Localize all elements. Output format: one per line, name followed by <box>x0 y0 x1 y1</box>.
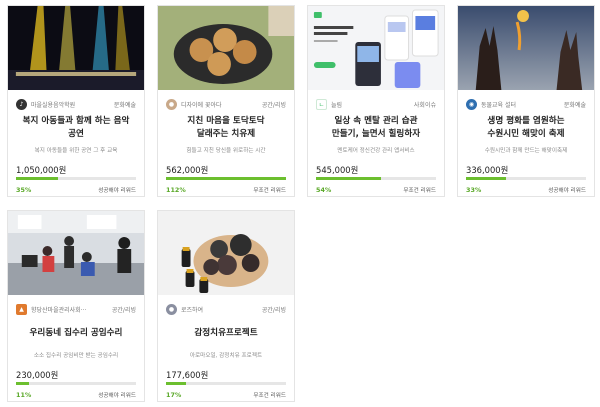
title-line-1: 복지 아동들과 함께 하는 음악 <box>22 116 130 126</box>
project-title[interactable]: 복지 아동들과 함께 하는 음악공연 <box>16 115 136 141</box>
title-line-1: 지친 마음을 토닥토닥 <box>187 116 265 126</box>
category-label: 공간/리빙 <box>261 306 286 314</box>
project-title[interactable]: 우리동네 집수리 공임수리 <box>16 320 136 346</box>
progress-bar <box>466 177 586 180</box>
project-card[interactable]: ♪ 마을실용음악학원 문화예술 복지 아동들과 함께 하는 음악공연 복지 아동… <box>7 5 145 197</box>
raised-amount: 545,000원 <box>316 165 359 175</box>
title-line-1: 생명 평화를 염원하는 <box>487 116 565 126</box>
progress-percent: 17% <box>166 391 182 399</box>
raised-amount: 1,050,000원 <box>16 165 67 175</box>
category-label: 사회이슈 <box>413 101 436 109</box>
title-line-2: 달래주는 치유제 <box>196 129 256 139</box>
org-name: 마을실용음악학원 <box>31 101 76 109</box>
project-subtitle: 수원시민과 함께 만드는 해맞이축제 <box>484 148 568 154</box>
org-avatar-icon: ● <box>166 303 177 315</box>
org-avatar-icon: ● <box>166 98 177 110</box>
category-label: 공간/리빙 <box>111 306 136 314</box>
project-card[interactable]: ◉ 동물교육 설터 문화예술 생명 평화를 염원하는수원시민 해맞이 축제 수원… <box>457 5 595 197</box>
reward-type: 무조건 리워드 <box>403 188 436 194</box>
project-thumbnail[interactable] <box>8 6 144 90</box>
project-thumbnail[interactable] <box>158 211 294 295</box>
title-line-1: 감정치유프로젝트 <box>194 327 258 338</box>
title-line-1: 일상 속 멘탈 관리 습관 <box>334 116 418 126</box>
project-title[interactable]: 일상 속 멘탈 관리 습관만들기, 늘면서 힐링하자 <box>316 115 436 141</box>
reward-type: 무조건 리워드 <box>253 393 286 399</box>
project-title[interactable]: 생명 평화를 염원하는수원시민 해맞이 축제 <box>466 115 586 141</box>
progress-percent: 35% <box>16 186 32 194</box>
title-line-2: 공연 <box>68 129 84 139</box>
progress-bar <box>16 177 136 180</box>
progress-fill <box>16 382 30 385</box>
progress-bar <box>166 177 286 180</box>
reward-type: 무조건 리워드 <box>253 188 286 194</box>
project-card[interactable]: ● 로즈하여 공간/리빙 감정치유프로젝트 아로마오일, 감정치유 프로젝트 1… <box>157 210 295 402</box>
card-meta: ♪ 마을실용음악학원 문화예술 <box>16 97 136 111</box>
progress-percent: 33% <box>466 186 482 194</box>
org-logo-icon: ▲ <box>16 303 27 315</box>
org-name: 로즈하여 <box>181 306 204 314</box>
project-thumbnail[interactable] <box>308 6 444 90</box>
org-name: 향당산마을관리사회··· <box>31 306 87 314</box>
progress-bar <box>316 177 436 180</box>
progress-fill <box>466 177 506 180</box>
progress-percent: 112% <box>166 186 186 194</box>
project-thumbnail[interactable] <box>158 6 294 90</box>
project-subtitle: 복지 아동들을 위한 공연 그 후 교육 <box>34 148 118 154</box>
reward-type: 성공해야 리워드 <box>98 393 136 399</box>
project-subtitle: 소소 집수리 공임비만 받는 공임수리 <box>33 353 119 359</box>
project-subtitle: 힘들고 지친 당신을 위로하는 시간 <box>186 148 266 154</box>
card-meta: ▲ 향당산마을관리사회··· 공간/리빙 <box>16 302 136 316</box>
card-meta: ● 로즈하여 공간/리빙 <box>166 302 286 316</box>
project-card[interactable]: ㄴ 늘림 사회이슈 일상 속 멘탈 관리 습관만들기, 늘면서 힐링하자 멘토케… <box>307 5 445 197</box>
reward-type: 성공해야 리워드 <box>98 188 136 194</box>
progress-bar <box>166 382 286 385</box>
progress-fill <box>316 177 381 180</box>
title-line-2: 수원시민 해맞이 축제 <box>487 129 565 139</box>
card-meta: ◉ 동물교육 설터 문화예술 <box>466 97 586 111</box>
title-line-1: 우리동네 집수리 공임수리 <box>29 327 123 338</box>
project-thumbnail[interactable] <box>458 6 594 90</box>
org-logo-icon: ◉ <box>466 98 477 110</box>
project-title[interactable]: 지친 마음을 토닥토닥달래주는 치유제 <box>166 115 286 141</box>
project-subtitle: 멘토케어 정신건강 관리 앱서비스 <box>337 148 415 154</box>
progress-percent: 54% <box>316 186 332 194</box>
progress-percent: 11% <box>16 391 32 399</box>
org-logo-icon: ㄴ <box>316 98 327 110</box>
raised-amount: 177,600원 <box>166 370 209 380</box>
project-thumbnail[interactable] <box>8 211 144 295</box>
card-meta: ● 디자이에 꽃아다 공간/리빙 <box>166 97 286 111</box>
project-title[interactable]: 감정치유프로젝트 <box>166 320 286 346</box>
reward-type: 성공해야 리워드 <box>548 188 586 194</box>
org-name: 디자이에 꽃아다 <box>181 101 222 109</box>
progress-bar <box>16 382 136 385</box>
raised-amount: 336,000원 <box>466 165 509 175</box>
progress-fill <box>166 177 286 180</box>
org-name: 늘림 <box>331 101 343 109</box>
org-name: 동물교육 설터 <box>481 101 517 109</box>
card-meta: ㄴ 늘림 사회이슈 <box>316 97 436 111</box>
project-card[interactable]: ● 디자이에 꽃아다 공간/리빙 지친 마음을 토닥토닥달래주는 치유제 힘들고… <box>157 5 295 197</box>
title-line-2: 만들기, 늘면서 힐링하자 <box>331 129 421 139</box>
project-subtitle: 아로마오일, 감정치유 프로젝트 <box>189 353 263 359</box>
project-grid: ♪ 마을실용음악학원 문화예술 복지 아동들과 함께 하는 음악공연 복지 아동… <box>0 0 600 407</box>
progress-fill <box>16 177 58 180</box>
progress-fill <box>166 382 187 385</box>
raised-amount: 230,000원 <box>16 370 59 380</box>
category-label: 공간/리빙 <box>261 101 286 109</box>
raised-amount: 562,000원 <box>166 165 209 175</box>
org-logo-icon: ♪ <box>16 98 27 110</box>
category-label: 문화예술 <box>113 101 136 109</box>
project-card[interactable]: ▲ 향당산마을관리사회··· 공간/리빙 우리동네 집수리 공임수리 소소 집수… <box>7 210 145 402</box>
category-label: 문화예술 <box>563 101 586 109</box>
